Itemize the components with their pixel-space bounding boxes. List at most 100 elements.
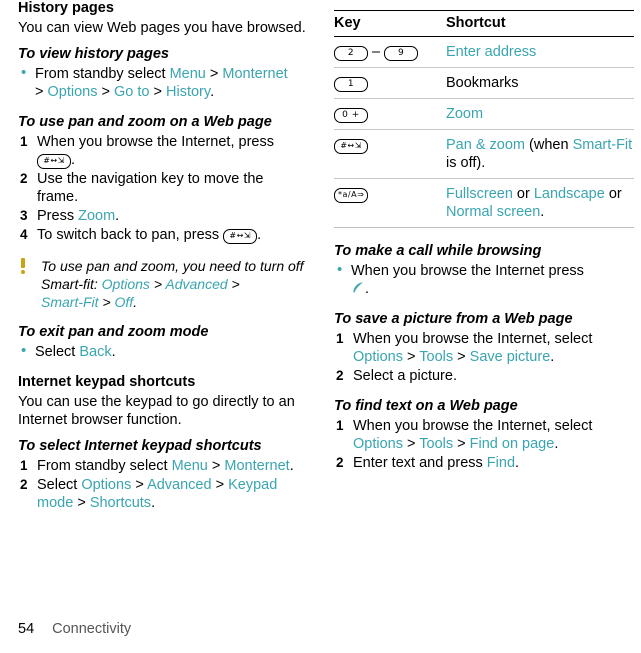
section-heading: History pages: [18, 0, 114, 16]
list-item: From standby select Menu > Monternet.: [20, 457, 294, 475]
note-text: To use pan and zoom, you need to turn of…: [18, 257, 308, 311]
gt-1: >: [407, 436, 416, 452]
footer-section-name: Connectivity: [52, 621, 132, 637]
shortcut-text: (when: [525, 137, 573, 153]
range-dash: –: [372, 44, 381, 60]
key-glyph-2: 2: [334, 46, 368, 61]
link-options: Options: [353, 349, 403, 365]
procedure-title: To use pan and zoom on a Web page: [18, 114, 272, 130]
link-shortcuts: Shortcuts: [89, 495, 152, 511]
key-cell: 2 – 9: [334, 36, 446, 68]
link-options: Options: [353, 436, 403, 452]
procedure-view-history: To view history pages From standby selec…: [18, 46, 308, 101]
table-row: *a/A⇒ Fullscreen or Landscape or Normal …: [334, 178, 634, 228]
key-glyph-hash: #↔⇲: [334, 139, 368, 154]
list-item: To switch back to pan, press #↔⇲.: [20, 226, 262, 244]
step-text: From standby select: [35, 66, 170, 82]
key-cell: *a/A⇒: [334, 178, 446, 228]
keypad-shortcut-table: Key Shortcut 2 – 9 Enter address 1 Bookm…: [334, 10, 634, 228]
step-text: Enter text and press: [353, 455, 487, 471]
link-advanced: Advanced: [147, 477, 212, 493]
gt-2: >: [135, 477, 144, 493]
right-column: Key Shortcut 2 – 9 Enter address 1 Bookm…: [334, 10, 634, 485]
gt-4: >: [153, 84, 162, 100]
key-glyph-hash: #↔⇲: [37, 154, 71, 169]
link-options: Options: [101, 276, 150, 292]
link-smart-fit: Smart-Fit: [41, 294, 99, 310]
procedure-title: To save a picture from a Web page: [334, 311, 573, 327]
procedure-title: To select Internet keypad shortcuts: [18, 438, 262, 454]
section-keypad-shortcuts: Internet keypad shortcuts You can use th…: [18, 374, 308, 429]
gt-1: >: [153, 276, 162, 292]
link-zoom: Zoom: [78, 208, 116, 224]
call-icon: [351, 281, 365, 295]
step-list: From standby select Menu > Monternet. Se…: [18, 457, 308, 512]
step-list: When you browse the Internet, select Opt…: [334, 330, 634, 385]
section-history-pages: History pages You can view Web pages you…: [18, 0, 308, 37]
key-cell: 0 +: [334, 98, 446, 130]
shortcut-text-tail: is off).: [446, 155, 486, 171]
link-options: Options: [81, 477, 132, 493]
list-item: Enter text and press Find.: [336, 454, 520, 472]
shortcut-label-normal: Normal screen: [446, 204, 541, 220]
page-footer: 54 Connectivity: [18, 621, 131, 637]
list-item: When you browse the Internet press .: [334, 261, 634, 298]
link-options: Options: [47, 84, 98, 100]
shortcut-label: Enter address: [446, 44, 537, 60]
link-smart-fit: Smart-Fit: [572, 137, 633, 153]
step-list: When you browse the Internet, select Opt…: [334, 417, 634, 472]
step-list: When you browse the Internet, press #↔⇲. …: [18, 133, 308, 244]
gt-3: >: [101, 84, 110, 100]
gt-4: >: [77, 495, 86, 511]
step-text: Use the navigation key to move the frame…: [37, 171, 264, 205]
gt-2: >: [35, 84, 44, 100]
key-glyph-1: 1: [334, 77, 368, 92]
step-text: When you browse the Internet, select: [353, 418, 593, 434]
link-goto: Go to: [114, 84, 150, 100]
procedure-exit-pan-zoom: To exit pan and zoom mode Select Back.: [18, 324, 308, 361]
link-menu: Menu: [171, 458, 208, 474]
column-header-key: Key: [334, 10, 446, 37]
warning-icon: [18, 258, 29, 275]
list-item: Use the navigation key to move the frame…: [18, 170, 308, 206]
table-row: 1 Bookmarks: [334, 67, 634, 99]
gt-2: >: [231, 276, 240, 292]
step-text: Select: [37, 477, 82, 493]
step-text: Press: [37, 208, 79, 224]
shortcut-cell: Bookmarks: [446, 67, 634, 99]
shortcut-label-landscape: Landscape: [533, 186, 605, 202]
conj-2: or: [604, 186, 622, 202]
link-save-picture: Save picture: [469, 349, 551, 365]
procedure-pan-zoom: To use pan and zoom on a Web page When y…: [18, 114, 308, 244]
link-tools: Tools: [419, 349, 454, 365]
key-glyph-0: 0 +: [334, 108, 368, 123]
note-smart-fit: To use pan and zoom, you need to turn of…: [18, 257, 308, 311]
list-item: Press Zoom.: [20, 207, 120, 225]
list-item: Select Back.: [18, 342, 308, 361]
list-item: From standby select Menu > Monternet> Op…: [18, 64, 308, 101]
bullet-list: Select Back.: [18, 342, 308, 361]
link-find: Find: [486, 455, 516, 471]
key-cell: #↔⇲: [334, 129, 446, 179]
procedure-title: To make a call while browsing: [334, 243, 542, 259]
key-glyph-star: *a/A⇒: [334, 188, 369, 203]
key-cell: 1: [334, 67, 446, 99]
key-glyph-hash: #↔⇲: [223, 229, 258, 244]
step-text: To switch back to pan, press: [37, 227, 224, 243]
gt-2: >: [457, 436, 466, 452]
key-glyph-9: 9: [384, 46, 419, 61]
link-monternet: Monternet: [222, 66, 288, 82]
period: .: [540, 204, 545, 220]
shortcut-label-fullscreen: Fullscreen: [446, 186, 513, 202]
procedure-title: To exit pan and zoom mode: [18, 324, 209, 340]
table-row: 0 + Zoom: [334, 98, 634, 130]
section-body: You can view Web pages you have browsed.: [18, 20, 306, 36]
gt-3: >: [102, 294, 111, 310]
section-heading: Internet keypad shortcuts: [18, 374, 196, 390]
step-text: Select: [35, 344, 80, 360]
conj-1: or: [512, 186, 534, 202]
procedure-title: To find text on a Web page: [334, 398, 518, 414]
link-tools: Tools: [419, 436, 454, 452]
page-number: 54: [18, 621, 35, 637]
period: .: [365, 281, 370, 297]
